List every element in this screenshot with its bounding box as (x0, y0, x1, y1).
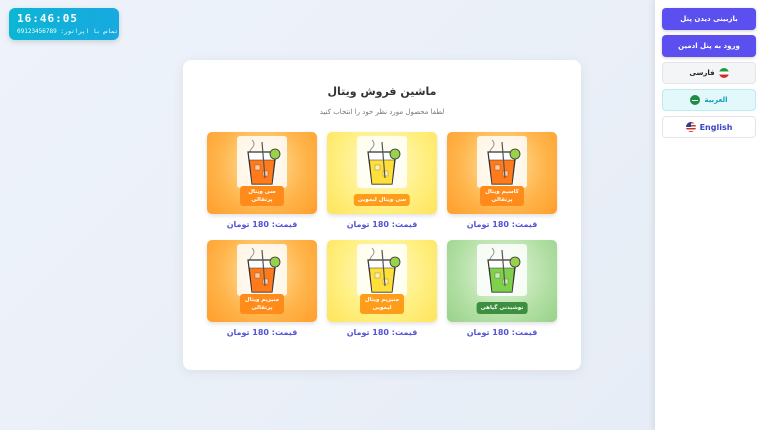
product-price: قیمت: 180 تومان (466, 220, 538, 229)
product-name: کاسیم ویتال پرتقالی (480, 186, 524, 206)
product-item[interactable]: سی ویتال پرتقالی قیمت: 180 تومان (207, 132, 317, 229)
lang-arabic-button[interactable]: العربية (662, 89, 756, 111)
drink-glass-icon (487, 247, 521, 293)
product-name: منیزیم ویتال لیمویی (360, 294, 404, 314)
drink-glass-icon (367, 139, 401, 185)
drink-glass-icon (367, 247, 401, 293)
page-subtitle: لطفا محصول مورد نظر خود را انتخاب کنید (319, 108, 445, 116)
product-price: قیمت: 180 تومان (346, 220, 418, 229)
product-tile[interactable]: سی ویتال لیمویی (327, 132, 437, 214)
product-tile[interactable]: سی ویتال پرتقالی (207, 132, 317, 214)
lang-persian-label: فارسی (689, 69, 715, 77)
product-price: قیمت: 180 تومان (466, 328, 538, 337)
product-name: سی ویتال لیمویی (353, 194, 411, 206)
product-tile[interactable]: نوشیدنی گیاهی (447, 240, 557, 322)
lang-arabic-label: العربية (704, 96, 728, 104)
product-name: منیزیم ویتال پرتقالی (240, 294, 284, 314)
product-image (237, 136, 287, 188)
product-name: نوشیدنی گیاهی (476, 302, 528, 314)
clock-widget: 16:46:05 تماس با اپراتور: 09123456789 (9, 8, 119, 40)
product-tile[interactable]: منیزیم ویتال لیمویی (327, 240, 437, 322)
product-image (357, 136, 407, 188)
product-image (477, 136, 527, 188)
product-price: قیمت: 180 تومان (226, 328, 298, 337)
product-name: سی ویتال پرتقالی (240, 186, 284, 206)
update-panel-button[interactable]: بازبینی دیدن پنل (662, 8, 756, 30)
iran-flag-icon (718, 68, 729, 78)
lang-english-label: English (699, 122, 733, 132)
product-item[interactable]: منیزیم ویتال لیمویی قیمت: 180 تومان (327, 240, 437, 337)
saudi-flag-icon (690, 95, 701, 105)
product-tile[interactable]: منیزیم ویتال پرتقالی (207, 240, 317, 322)
operator-phone: تماس با اپراتور: 09123456789 (17, 28, 119, 35)
product-item[interactable]: سی ویتال لیمویی قیمت: 180 تومان (327, 132, 437, 229)
product-price: قیمت: 180 تومان (226, 220, 298, 229)
lang-persian-button[interactable]: فارسی (662, 62, 756, 84)
us-flag-icon (685, 122, 696, 132)
product-image (477, 244, 527, 296)
product-item[interactable]: نوشیدنی گیاهی قیمت: 180 تومان (447, 240, 557, 337)
product-tile[interactable]: کاسیم ویتال پرتقالی (447, 132, 557, 214)
product-item[interactable]: کاسیم ویتال پرتقالی قیمت: 180 تومان (447, 132, 557, 229)
product-image (237, 244, 287, 296)
product-price: قیمت: 180 تومان (346, 328, 418, 337)
drink-glass-icon (247, 139, 281, 185)
product-item[interactable]: منیزیم ویتال پرتقالی قیمت: 180 تومان (207, 240, 317, 337)
product-image (357, 244, 407, 296)
side-panel: بازبینی دیدن پنل ورود به پنل ادمین فارسی… (655, 0, 764, 430)
admin-login-label: ورود به پنل ادمین (678, 42, 740, 50)
clock-time: 16:46:05 (17, 12, 78, 25)
admin-login-button[interactable]: ورود به پنل ادمین (662, 35, 756, 57)
page-title: ماشین فروش ویتال (327, 85, 437, 98)
update-panel-label: بازبینی دیدن پنل (680, 15, 738, 23)
drink-glass-icon (487, 139, 521, 185)
lang-english-button[interactable]: English (662, 116, 756, 138)
drink-glass-icon (247, 247, 281, 293)
